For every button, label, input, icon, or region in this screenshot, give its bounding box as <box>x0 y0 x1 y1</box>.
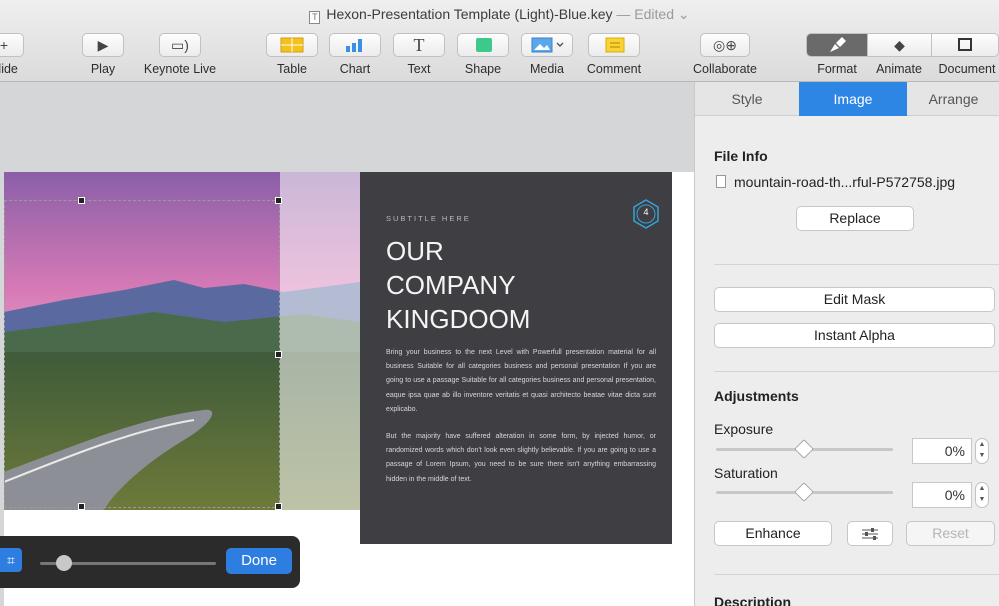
inspector-segmented-control: ◆ <box>806 33 999 57</box>
play-icon: ▶ <box>82 33 124 57</box>
separator-1 <box>714 264 999 265</box>
text-icon: T <box>393 33 445 57</box>
slide-subtitle[interactable]: SUBTITLE HERE <box>386 214 471 223</box>
tab-arrange[interactable]: Arrange <box>907 82 999 116</box>
slide-label: Slide <box>0 62 18 76</box>
chart-label: Chart <box>339 62 371 76</box>
separator-3 <box>714 574 999 575</box>
mask-scale-thumb[interactable] <box>56 555 72 571</box>
keynote-live-label: Keynote Live <box>143 62 217 76</box>
document-label: Document <box>938 62 996 76</box>
format-brush-icon <box>830 37 846 52</box>
collaborate-icon: ◎⊕ <box>700 33 750 57</box>
media-tool[interactable]: Media <box>521 33 573 76</box>
exposure-stepper[interactable]: ▲ ▼ <box>975 438 989 464</box>
animate-segment[interactable]: ◆ <box>867 34 931 56</box>
animate-label: Animate <box>876 62 922 76</box>
file-info-heading: File Info <box>714 148 768 164</box>
media-icon <box>521 33 573 57</box>
separator-2 <box>714 371 999 372</box>
play-tool[interactable]: ▶ Play <box>80 33 126 76</box>
add-slide-icon: + <box>0 33 24 57</box>
animate-diamond-icon: ◆ <box>894 37 905 53</box>
description-heading: Description <box>714 594 792 606</box>
format-label: Format <box>817 62 857 76</box>
mask-handle-top-right[interactable] <box>275 197 282 204</box>
shape-label: Shape <box>464 62 502 76</box>
text-label: Text <box>407 62 431 76</box>
saturation-slider-thumb[interactable] <box>794 482 814 502</box>
slide-number: 4 <box>643 207 649 217</box>
keynote-document-icon: T <box>309 11 321 24</box>
chart-tool[interactable]: Chart <box>329 33 381 76</box>
shape-tool[interactable]: Shape <box>457 33 509 76</box>
edited-status[interactable]: — Edited ⌄ <box>616 6 689 22</box>
mask-handle-top[interactable] <box>78 197 85 204</box>
mask-scale-bar: ⌗ Done <box>0 536 300 588</box>
levels-button[interactable] <box>847 521 893 546</box>
document-icon <box>958 38 972 51</box>
mask-handle-right[interactable] <box>275 351 282 358</box>
slide-number-badge: 4 <box>630 198 662 230</box>
shape-icon <box>457 33 509 57</box>
keynote-live-tool[interactable]: ▭) Keynote Live <box>138 33 222 76</box>
text-panel[interactable]: SUBTITLE HERE OUR COMPANY KINGDOOM Bring… <box>360 172 672 544</box>
table-icon <box>266 33 318 57</box>
text-tool[interactable]: T Text <box>393 33 445 76</box>
file-name-row: mountain-road-th...rful-P572758.jpg <box>716 174 955 190</box>
comment-icon <box>588 33 640 57</box>
play-label: Play <box>90 62 116 76</box>
format-segment[interactable] <box>807 34 867 56</box>
adjustments-heading: Adjustments <box>714 388 799 404</box>
file-name: mountain-road-th...rful-P572758.jpg <box>734 174 956 190</box>
mask-handle-bottom[interactable] <box>78 503 85 510</box>
instant-alpha-button[interactable]: Instant Alpha <box>714 323 995 348</box>
slide-paragraph-2[interactable]: But the majority have suffered alteratio… <box>386 430 656 487</box>
slide-title[interactable]: OUR COMPANY KINGDOOM <box>386 234 646 336</box>
mask-handle-bottom-right[interactable] <box>275 503 282 510</box>
saturation-stepper[interactable]: ▲ ▼ <box>975 482 989 508</box>
slide-tool[interactable]: + Slide <box>0 33 26 76</box>
mask-frame[interactable] <box>4 197 282 510</box>
slide-canvas[interactable]: SUBTITLE HERE OUR COMPANY KINGDOOM Bring… <box>0 82 694 606</box>
exposure-slider-thumb[interactable] <box>794 439 814 459</box>
window-title: Hexon-Presentation Template (Light)-Blue… <box>326 6 613 22</box>
enhance-button[interactable]: Enhance <box>714 521 832 546</box>
image-file-icon <box>716 175 726 188</box>
inspector-tabs: Style Image Arrange <box>695 82 999 116</box>
tab-image[interactable]: Image <box>799 82 907 116</box>
saturation-value-field[interactable]: 0% <box>912 482 972 508</box>
exposure-label: Exposure <box>714 421 774 437</box>
toolbar: T Hexon-Presentation Template (Light)-Blu… <box>0 0 999 82</box>
keynote-live-icon: ▭) <box>159 33 201 57</box>
reset-button[interactable]: Reset <box>906 521 995 546</box>
window-title-bar: T Hexon-Presentation Template (Light)-Blu… <box>0 6 999 26</box>
comment-tool[interactable]: Comment <box>585 33 643 76</box>
done-button[interactable]: Done <box>226 548 292 574</box>
slide-paragraph-1[interactable]: Bring your business to the next Level wi… <box>386 346 656 417</box>
replace-button[interactable]: Replace <box>796 206 914 231</box>
tab-style[interactable]: Style <box>695 82 799 116</box>
document-segment[interactable] <box>931 34 998 56</box>
saturation-label: Saturation <box>714 465 778 481</box>
comment-label: Comment <box>586 62 642 76</box>
table-label: Table <box>277 62 307 76</box>
table-tool[interactable]: Table <box>266 33 318 76</box>
media-label: Media <box>529 62 565 76</box>
collaborate-tool[interactable]: ◎⊕ Collaborate <box>686 33 764 76</box>
levels-sliders-icon <box>862 528 878 540</box>
chart-icon <box>329 33 381 57</box>
exposure-value-field[interactable]: 0% <box>912 438 972 464</box>
edit-mask-button[interactable]: Edit Mask <box>714 287 995 312</box>
mask-toggle-icon[interactable]: ⌗ <box>0 548 22 572</box>
collaborate-label: Collaborate <box>693 62 757 76</box>
format-inspector: Style Image Arrange File Info mountain-r… <box>694 82 999 606</box>
